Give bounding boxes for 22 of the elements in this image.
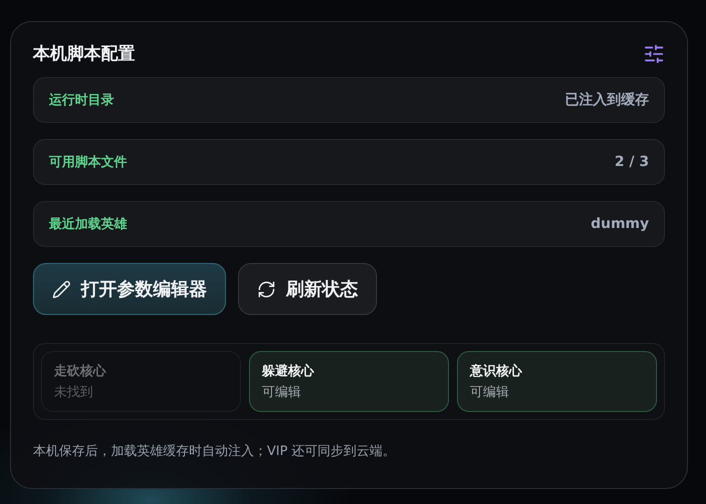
- info-label: 最近加载英雄: [49, 216, 127, 233]
- core-name: 意识核心: [470, 362, 524, 380]
- core-name: 走砍核心: [54, 362, 108, 380]
- info-value: 已注入到缓存: [565, 91, 649, 109]
- core-status: 可编辑: [262, 384, 302, 401]
- refresh-button[interactable]: 刷新状态: [238, 263, 377, 315]
- footnote: 本机保存后，加载英雄缓存时自动注入；VIP 还可同步到云端。: [33, 443, 397, 460]
- info-label: 运行时目录: [49, 92, 114, 109]
- info-value: dummy: [590, 216, 649, 232]
- core-status: 未找到: [54, 384, 94, 401]
- core-card[interactable]: 意识核心 可编辑: [457, 351, 657, 412]
- info-label: 可用脚本文件: [49, 154, 127, 171]
- core-card[interactable]: 走砍核心 未找到: [41, 351, 241, 412]
- settings-icon[interactable]: [643, 42, 665, 64]
- pencil-icon: [52, 280, 71, 298]
- core-card[interactable]: 躲避核心 可编辑: [249, 351, 449, 412]
- open-editor-button[interactable]: 打开参数编辑器: [33, 263, 226, 315]
- core-name: 躲避核心: [262, 362, 316, 380]
- panel-title: 本机脚本配置: [33, 43, 135, 65]
- core-status: 可编辑: [470, 384, 510, 401]
- info-value: 2 / 3: [614, 154, 649, 170]
- refresh-icon: [257, 280, 276, 298]
